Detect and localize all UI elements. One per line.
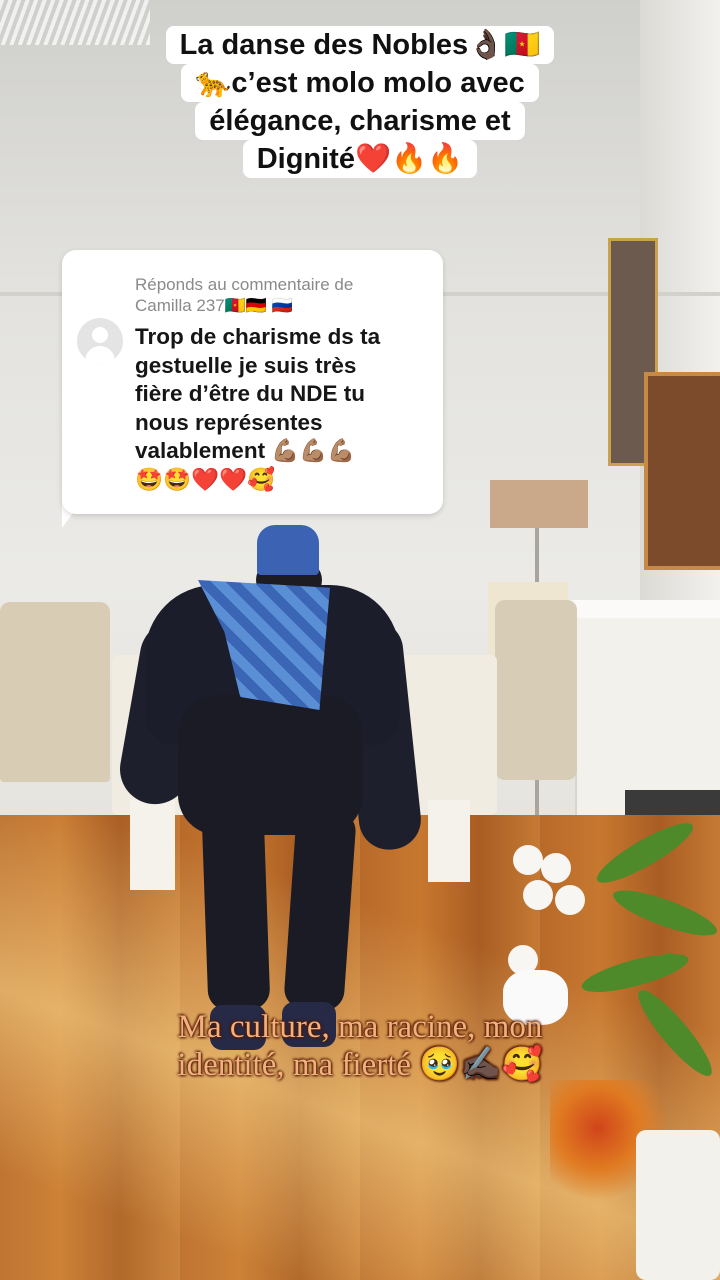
overlay-text: Ma culture, ma racine, mon identité, ma … <box>0 1008 720 1084</box>
comment-line: nous représentes <box>135 409 323 435</box>
table-leg <box>428 800 470 882</box>
picture-frame <box>644 372 720 570</box>
dining-chair-left <box>0 602 110 782</box>
overlay-text-line: Ma culture, ma racine, mon <box>177 1009 543 1045</box>
comment-line: fière d’être du NDE tu <box>135 381 366 406</box>
overlay-text-line: identité, ma fierté 🥹✍🏿🥰 <box>177 1047 543 1083</box>
reply-label: Réponds au commentaire de Camilla 237🇨🇲🇩… <box>135 274 435 316</box>
caption-line: Dignité❤️🔥🔥 <box>242 140 478 178</box>
video-frame[interactable] <box>0 0 720 1280</box>
caption-line: 🐆c’est molo molo avec <box>181 64 539 102</box>
comment-text: Trop de charisme ds ta gestuelle je suis… <box>135 323 435 494</box>
comment-line: valablement 💪🏽💪🏽💪🏽 <box>135 438 356 463</box>
blue-cap <box>257 525 319 575</box>
comment-line: 🤩🤩❤️❤️🥰 <box>135 466 276 492</box>
reply-label-line: Réponds au commentaire de <box>135 275 354 294</box>
floor-lamp-shade <box>490 480 588 528</box>
comment-line: Trop de charisme ds ta <box>135 324 381 349</box>
commenter-name: Camilla 237🇨🇲🇩🇪 🇷🇺 <box>135 296 293 315</box>
mantel-shelf <box>570 600 720 618</box>
video-caption: La danse des Nobles👌🏿🇨🇲 🐆c’est molo molo… <box>0 26 720 178</box>
vase <box>636 1130 720 1280</box>
caption-line: élégance, charisme et <box>195 102 525 140</box>
caption-line: La danse des Nobles👌🏿🇨🇲 <box>165 26 555 64</box>
dining-chair-right <box>495 600 577 780</box>
default-user-avatar-icon[interactable] <box>77 318 123 364</box>
dancer <box>114 520 424 1080</box>
comment-line: gestuelle je suis très <box>135 352 357 378</box>
reply-comment-card[interactable]: Réponds au commentaire de Camilla 237🇨🇲🇩… <box>62 250 443 514</box>
